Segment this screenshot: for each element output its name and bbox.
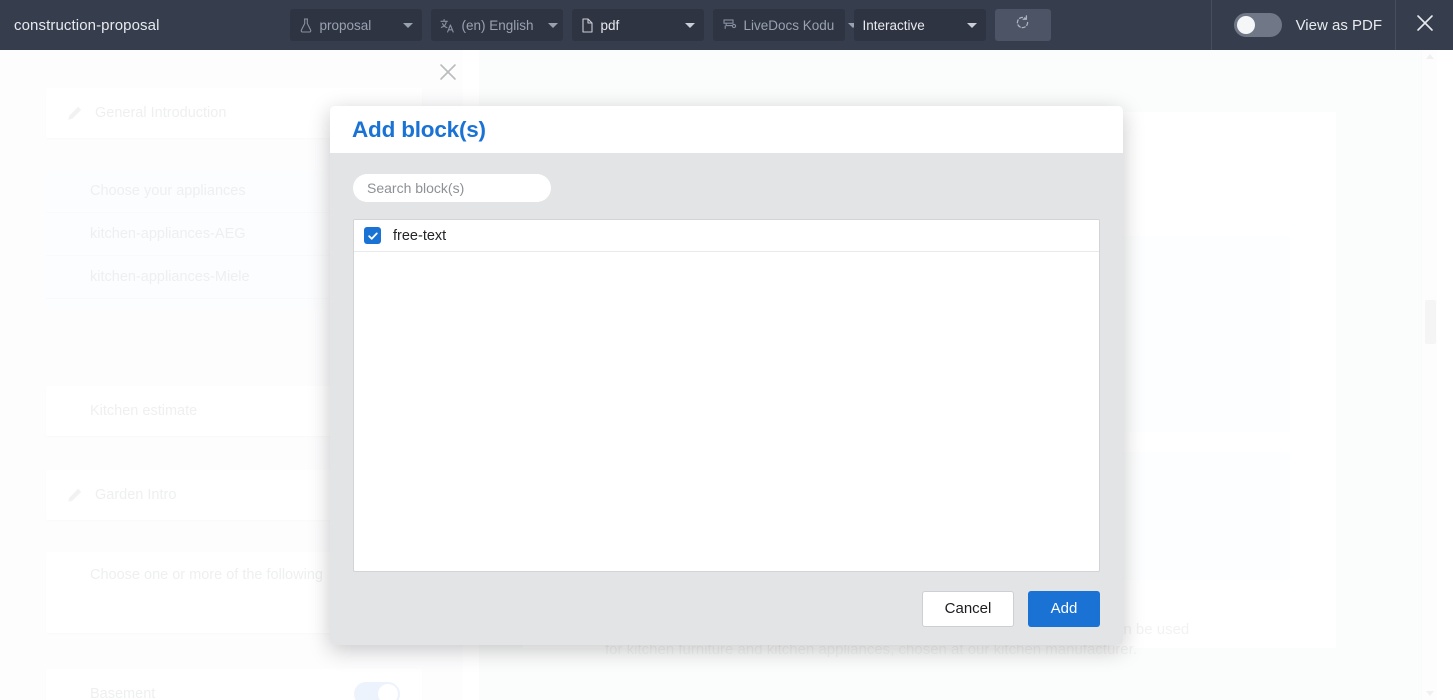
panel-close-icon-background[interactable]: [437, 61, 459, 83]
dialog-header: Add block(s): [330, 106, 1123, 153]
dialog-title: Add block(s): [352, 116, 486, 142]
chevron-down-icon[interactable]: [966, 22, 977, 28]
cancel-button[interactable]: Cancel: [922, 590, 1014, 627]
template-icon: [722, 18, 737, 33]
mode-selector-label: Interactive: [862, 17, 925, 33]
mode-selector[interactable]: Interactive: [853, 9, 986, 41]
close-button[interactable]: [1395, 0, 1453, 50]
template-selector[interactable]: LiveDocs Kodu: [712, 9, 859, 41]
translate-icon: [439, 18, 455, 33]
dialog-footer: Cancel Add: [330, 572, 1123, 645]
proposal-selector-label: proposal: [319, 17, 372, 33]
refresh-button[interactable]: [994, 9, 1051, 41]
toolbar-right-group: View as PDF: [1210, 0, 1453, 50]
top-toolbar: construction-proposal proposal (en) Engl…: [0, 0, 1453, 50]
toolbar-controls: proposal (en) English pdf LiveDocs Kodu …: [289, 9, 1051, 41]
block-list: free-text: [353, 219, 1100, 572]
search-field-wrapper: [353, 174, 1100, 202]
toggle-knob: [1236, 16, 1255, 34]
list-item[interactable]: free-text: [354, 220, 1099, 252]
dialog-body: free-text: [330, 153, 1123, 572]
chevron-down-icon[interactable]: [547, 22, 558, 28]
view-as-pdf-label: View as PDF: [1295, 16, 1382, 34]
list-item-label: free-text: [393, 227, 447, 244]
chevron-down-icon[interactable]: [402, 22, 413, 28]
close-icon: [1415, 13, 1435, 38]
flask-icon: [299, 17, 313, 33]
language-selector[interactable]: (en) English: [430, 9, 563, 41]
add-blocks-dialog: Add block(s) free-text Cancel Add: [330, 106, 1123, 645]
refresh-icon: [1014, 14, 1031, 36]
search-input[interactable]: [353, 174, 551, 202]
toolbar-left-group: construction-proposal: [0, 0, 174, 50]
template-selector-label: LiveDocs Kodu: [743, 17, 835, 33]
free-text-checkbox[interactable]: [364, 227, 381, 244]
document-title: construction-proposal: [14, 16, 160, 34]
format-selector[interactable]: pdf: [571, 9, 704, 41]
format-selector-label: pdf: [600, 17, 620, 33]
file-icon: [581, 17, 594, 33]
chevron-down-icon[interactable]: [684, 22, 695, 28]
proposal-selector[interactable]: proposal: [289, 9, 422, 41]
view-as-pdf-toggle[interactable]: [1233, 13, 1282, 37]
language-selector-label: (en) English: [461, 17, 534, 33]
add-button[interactable]: Add: [1028, 590, 1100, 627]
